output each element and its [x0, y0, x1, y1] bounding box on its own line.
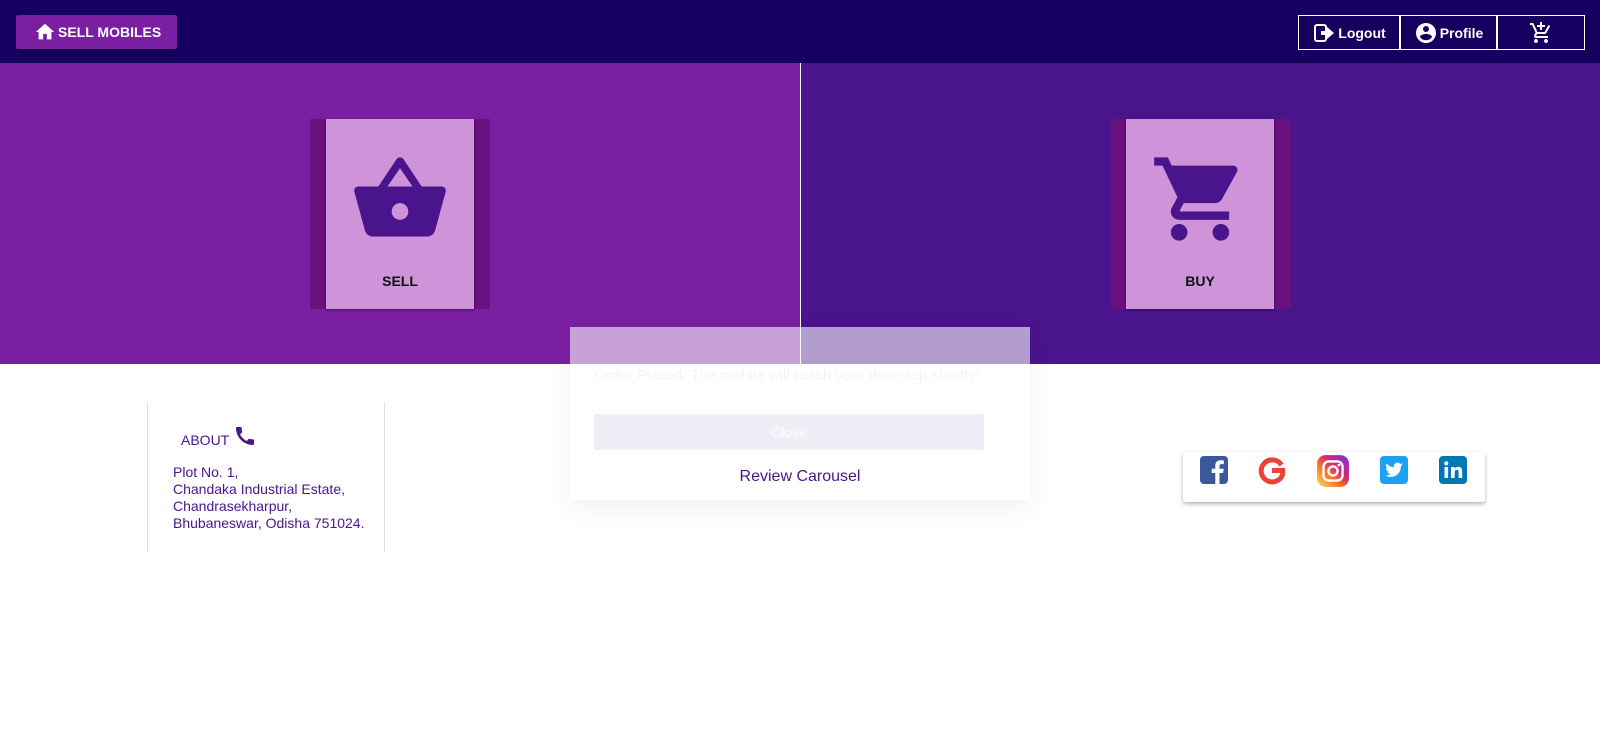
profile-label: Profile [1439, 24, 1484, 41]
account-circle-icon [1415, 22, 1436, 43]
social-links [1183, 452, 1485, 502]
shopping-basket-icon [354, 157, 446, 237]
top-navbar: SELL MOBILES Logout Profile [0, 0, 1600, 63]
address-line: Chandaka Industrial Estate, [173, 481, 345, 497]
google-icon[interactable] [1256, 454, 1288, 486]
twitter-icon[interactable] [1378, 454, 1410, 486]
header-actions: Logout Profile [1298, 15, 1585, 50]
order-confirmation-message: Order Placed. The mobile will reach your… [594, 367, 980, 384]
sell-panel: SELL [0, 63, 800, 364]
add-shopping-cart-icon [1530, 21, 1551, 43]
order-dialog: Order Placed. The mobile will reach your… [570, 327, 1030, 500]
logout-button[interactable]: Logout [1298, 15, 1400, 50]
facebook-icon[interactable] [1198, 454, 1230, 486]
about-heading: ABOUT [181, 424, 257, 448]
buy-label: BUY [1185, 273, 1215, 289]
dialog-header [570, 327, 1030, 364]
home-icon [35, 23, 55, 40]
buy-card[interactable]: BUY [1126, 119, 1274, 309]
home-button-label: SELL MOBILES [58, 24, 162, 40]
cart-button[interactable] [1497, 15, 1585, 50]
review-carousel-link[interactable]: Review Carousel [570, 468, 1030, 486]
shopping-cart-icon [1154, 157, 1238, 241]
address-line: Chandrasekharpur, [173, 498, 293, 514]
instagram-icon[interactable] [1316, 454, 1350, 488]
buy-panel: BUY [801, 63, 1600, 364]
profile-button[interactable]: Profile [1400, 15, 1497, 50]
about-title: ABOUT [181, 432, 230, 448]
phone-icon[interactable] [233, 424, 257, 448]
address-line: Bhubaneswar, Odisha 751024. [173, 515, 365, 531]
address: Plot No. 1, Chandaka Industrial Estate, … [173, 464, 364, 532]
logout-icon [1314, 23, 1335, 42]
address-line: Plot No. 1, [173, 464, 239, 480]
linkedin-icon[interactable] [1437, 454, 1469, 486]
home-button[interactable]: SELL MOBILES [16, 15, 178, 49]
close-button[interactable]: Close [594, 414, 984, 450]
sell-label: SELL [382, 273, 418, 289]
logout-label: Logout [1338, 24, 1386, 41]
sell-card[interactable]: SELL [326, 119, 474, 309]
about-section: ABOUT Plot No. 1, Chandaka Industrial Es… [147, 402, 385, 552]
